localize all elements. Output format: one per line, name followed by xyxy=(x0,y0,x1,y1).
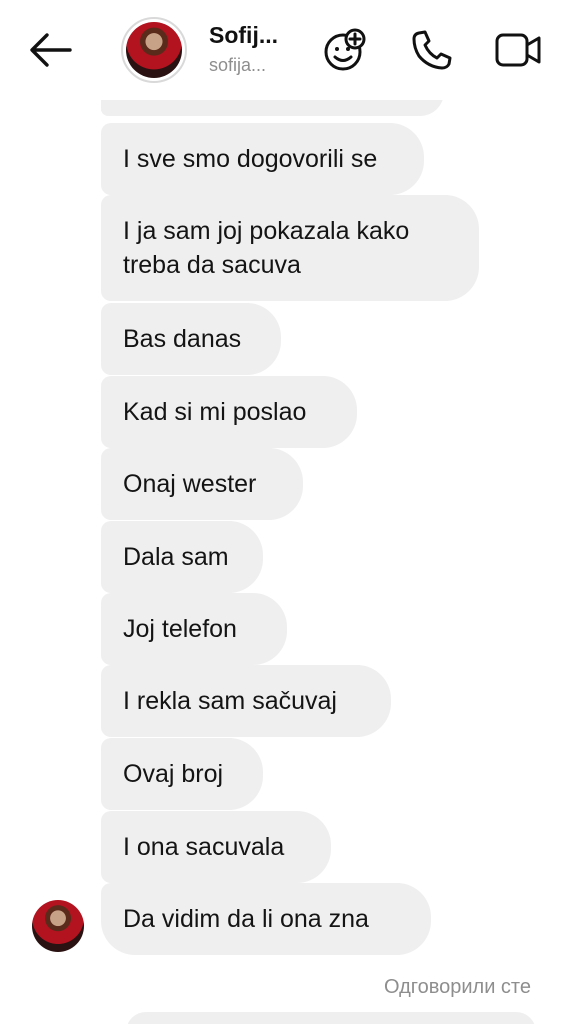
contact-username: sofija... xyxy=(209,55,267,75)
message-bubble[interactable]: Bas danas xyxy=(101,303,281,375)
message-text: Dala sam xyxy=(123,543,229,571)
message-text: Joj telefon xyxy=(123,615,237,643)
chat-header: Sofij... sofija... xyxy=(0,0,575,100)
back-button[interactable] xyxy=(26,28,74,72)
message-bubble[interactable]: Da vidim da li ona zna xyxy=(101,883,431,955)
avatar-image xyxy=(126,22,182,78)
message-bubble[interactable]: Ovaj broj xyxy=(101,738,263,810)
message-bubble[interactable]: I sve smo dogovorili se xyxy=(101,123,424,195)
message-text: Onaj wester xyxy=(123,470,257,498)
reply-preview-bubble[interactable] xyxy=(126,1012,536,1024)
message-bubble[interactable]: I ja sam joj pokazala kako treba da sacu… xyxy=(101,195,479,301)
message-text: I rekla sam sačuvaj xyxy=(123,687,337,715)
video-camera-icon xyxy=(495,33,541,67)
sparkle-face-icon xyxy=(324,28,366,71)
effects-button[interactable] xyxy=(321,26,369,74)
sender-avatar[interactable] xyxy=(32,900,84,952)
message-text: Da vidim da li ona zna xyxy=(123,905,369,933)
video-call-button[interactable] xyxy=(494,26,542,74)
contact-name: Sofij... xyxy=(209,22,278,48)
phone-icon xyxy=(412,30,452,70)
contact-info[interactable]: Sofij... sofija... xyxy=(209,22,299,76)
message-text: I sve smo dogovorili se xyxy=(123,145,378,173)
reply-status: Одговорили сте xyxy=(383,976,531,998)
message-bubble[interactable]: I ona sacuvala xyxy=(101,811,331,883)
message-thread[interactable]: I sve smo dogovorili se I ja sam joj pok… xyxy=(0,0,575,1024)
message-text: Bas danas xyxy=(123,325,242,353)
message-text: Ovaj broj xyxy=(123,760,224,788)
message-bubble[interactable]: I rekla sam sačuvaj xyxy=(101,665,391,737)
message-text: I ona sacuvala xyxy=(123,833,285,861)
message-bubble[interactable]: Dala sam xyxy=(101,521,263,593)
voice-call-button[interactable] xyxy=(408,26,456,74)
contact-avatar[interactable] xyxy=(121,17,187,83)
message-bubble[interactable]: Onaj wester xyxy=(101,448,303,520)
message-bubble[interactable]: Joj telefon xyxy=(101,593,287,665)
message-bubble[interactable]: Kad si mi poslao xyxy=(101,376,357,448)
arrow-left-icon xyxy=(30,33,72,67)
message-text: I ja sam joj pokazala kako treba da sacu… xyxy=(123,217,410,279)
message-text: Kad si mi poslao xyxy=(123,398,307,426)
chat-screen: I sve smo dogovorili se I ja sam joj pok… xyxy=(0,0,575,1024)
